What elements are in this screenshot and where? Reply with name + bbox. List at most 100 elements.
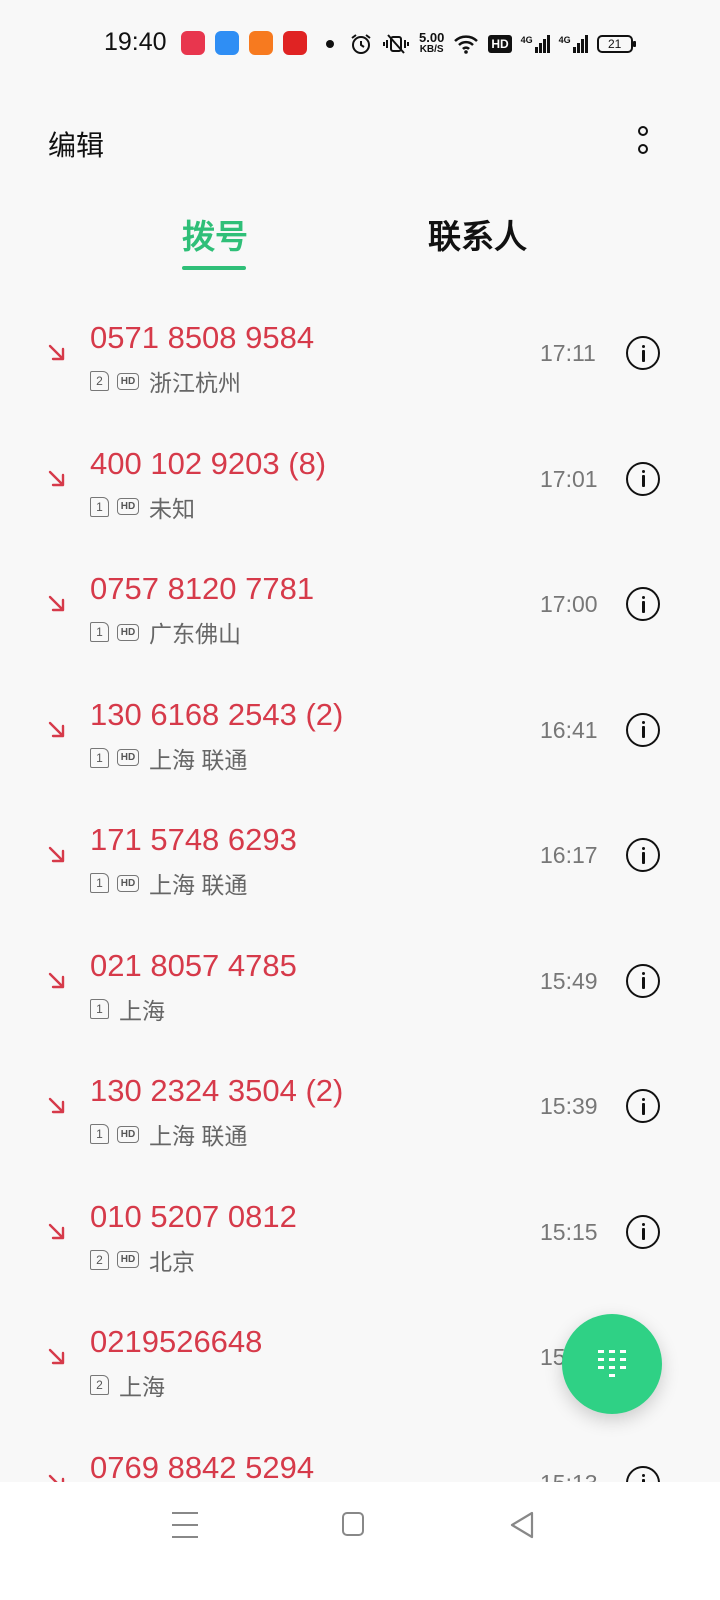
call-number: 400 102 9203 (8)	[90, 445, 327, 481]
notification-icons	[181, 31, 307, 55]
call-number: 130 6168 2543 (2)	[90, 696, 344, 732]
info-icon[interactable]	[626, 1089, 660, 1123]
incoming-missed-arrow-icon	[48, 470, 65, 486]
sim-card-icon: 1	[90, 496, 109, 517]
app-icon	[249, 31, 273, 55]
call-log-row[interactable]: 0769 8842 52941HD15:13	[0, 1420, 720, 1483]
call-location: 上海 联通	[149, 872, 248, 898]
info-icon[interactable]	[626, 838, 660, 872]
call-log-row[interactable]: 0757 8120 7781 1 HD 广东佛山 17:00	[0, 541, 720, 666]
call-log-row[interactable]: 171 5748 6293 1 HD 上海 联通 16:17	[0, 792, 720, 917]
incoming-missed-arrow-icon	[48, 1474, 65, 1482]
call-time: 17:11	[540, 340, 596, 366]
alarm-icon	[351, 34, 371, 54]
info-icon[interactable]	[626, 461, 660, 496]
volte-hd-icon: HD	[488, 35, 512, 53]
call-number: 171 5748 6293	[90, 822, 297, 857]
hd-call-icon: HD	[117, 498, 139, 515]
tab-dial[interactable]: 拨号	[182, 210, 248, 258]
call-log-row[interactable]: 021 8057 4785 1 上海 15:49	[0, 918, 720, 1043]
hd-call-icon: HD	[117, 874, 139, 892]
call-log-row[interactable]: 010 5207 0812 2 HD 北京 15:15	[0, 1169, 720, 1294]
signal-type-label: 4G	[520, 35, 533, 45]
call-time: 16:41	[540, 716, 598, 743]
call-log-list[interactable]: 0571 8508 9584 2 HD 浙江杭州 17:11 400 102 9203 (…	[0, 290, 720, 1482]
menu-icon[interactable]	[172, 1512, 198, 1538]
call-location: 上海 联通	[149, 1123, 248, 1149]
incoming-missed-arrow-icon	[48, 1097, 65, 1114]
incoming-missed-arrow-icon	[48, 972, 65, 988]
call-number: 130 2324 3504 (2)	[90, 1073, 344, 1108]
hd-call-icon: HD	[117, 1251, 139, 1268]
sim-card-icon: 2	[90, 1375, 109, 1395]
home-icon[interactable]	[342, 1512, 364, 1536]
network-speed-unit: KB/S	[419, 44, 444, 55]
battery-icon: 21	[596, 35, 636, 53]
network-speed-value: 5.00	[419, 30, 445, 45]
sim-card-icon: 1	[90, 873, 109, 893]
sim-card-icon: 1	[90, 747, 109, 768]
navigation-bar	[0, 1482, 720, 1600]
more-vertical-icon[interactable]	[628, 120, 658, 160]
call-time: 17:00	[540, 591, 598, 617]
call-log-row[interactable]: 0571 8508 9584 2 HD 浙江杭州 17:11	[0, 290, 720, 415]
status-time: 19:40	[104, 28, 167, 56]
call-number: 0769 8842 5294	[90, 1449, 315, 1483]
call-meta: 1 上海	[90, 992, 165, 1026]
sim-card-icon: 1	[90, 1124, 109, 1144]
call-number: 021 8057 4785	[90, 947, 297, 983]
call-location: 上海	[119, 997, 165, 1024]
info-icon[interactable]	[626, 712, 660, 747]
call-meta: 1 HD 未知	[90, 490, 195, 524]
incoming-missed-arrow-icon	[48, 1223, 65, 1239]
call-meta: 1 HD 上海 联通	[90, 866, 247, 900]
call-meta: 2 HD 北京	[90, 1243, 195, 1277]
network-speed: 5.00 KB/S	[419, 30, 445, 56]
hd-call-icon: HD	[117, 623, 139, 641]
incoming-missed-arrow-icon	[48, 721, 65, 737]
sim-card-icon: 2	[90, 1249, 109, 1270]
hd-call-icon: HD	[117, 749, 139, 766]
call-location: 广东佛山	[149, 621, 241, 647]
call-meta: 2 上海	[90, 1368, 165, 1402]
info-icon[interactable]	[626, 1214, 660, 1249]
call-number: 0219526648	[90, 1324, 263, 1359]
call-meta: 1 HD 上海 联通	[90, 741, 247, 775]
call-log-row[interactable]: 130 2324 3504 (2) 1 HD 上海 联通 15:39	[0, 1043, 720, 1168]
red-envelope-app-icon	[283, 31, 307, 55]
call-time: 15:49	[540, 967, 598, 994]
call-time: 17:01	[540, 465, 598, 492]
vibrate-icon	[383, 34, 409, 54]
tab-contacts[interactable]: 联系人	[428, 210, 527, 258]
call-meta: 1 HD 上海 联通	[90, 1117, 247, 1151]
incoming-missed-arrow-icon	[48, 344, 65, 361]
call-location: 上海 联通	[149, 746, 248, 773]
info-icon[interactable]	[626, 587, 660, 621]
call-time: 15:39	[540, 1093, 598, 1119]
call-location: 浙江杭州	[149, 370, 241, 396]
dialpad-button[interactable]	[562, 1314, 662, 1414]
signal-sim1-icon: 4G	[521, 35, 550, 53]
app-icon	[215, 31, 239, 55]
call-log-row[interactable]: 400 102 9203 (8) 1 HD 未知 17:01	[0, 416, 720, 541]
incoming-missed-arrow-icon	[48, 1348, 65, 1365]
call-location: 北京	[149, 1248, 195, 1275]
call-meta: 2 HD 浙江杭州	[90, 364, 241, 398]
tab-active-indicator	[182, 266, 246, 270]
info-icon[interactable]	[626, 336, 660, 370]
system-icons: 5.00 KB/S HD 4G 4G 21	[326, 26, 636, 62]
hd-call-icon: HD	[117, 1125, 139, 1143]
dialpad-icon	[598, 1350, 626, 1377]
edit-button[interactable]: 编辑	[48, 124, 104, 164]
info-icon[interactable]	[626, 1465, 660, 1482]
signal-sim2-icon: 4G	[559, 35, 588, 53]
incoming-missed-arrow-icon	[48, 595, 65, 612]
call-number: 0757 8120 7781	[90, 571, 315, 606]
back-icon[interactable]	[508, 1510, 536, 1540]
incoming-missed-arrow-icon	[48, 846, 65, 863]
hd-call-icon: HD	[117, 372, 139, 390]
call-log-row[interactable]: 130 6168 2543 (2) 1 HD 上海 联通 16:41	[0, 667, 720, 792]
sim-card-icon: 1	[90, 998, 109, 1019]
status-bar: 19:40 5.00 KB/S HD 4G 4G 21	[0, 0, 720, 90]
info-icon[interactable]	[626, 963, 660, 998]
